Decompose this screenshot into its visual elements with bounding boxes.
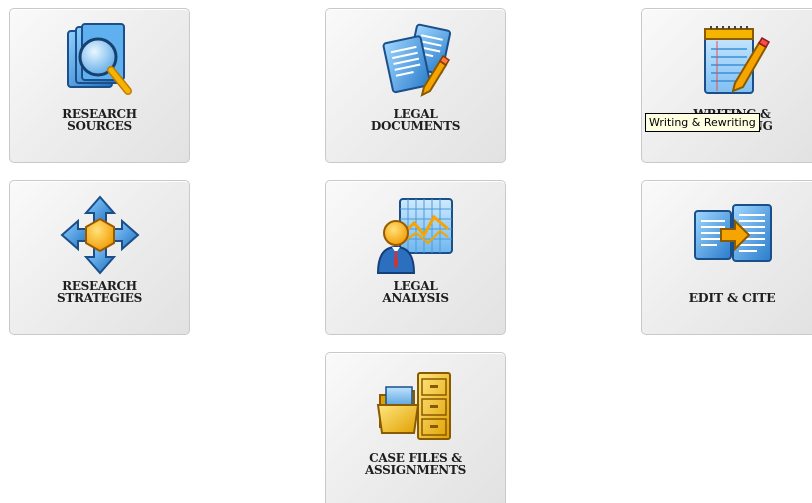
magnifier-books-icon (58, 21, 142, 105)
person-chart-icon (374, 193, 458, 277)
research-sources-button[interactable]: RESEARCH SOURCES (9, 8, 190, 163)
edit-cite-button[interactable]: EDIT & CITE (641, 180, 812, 335)
legal-documents-button[interactable]: LEGAL DOCUMENTS (325, 8, 506, 163)
directional-arrows-icon (58, 193, 142, 277)
folder-cabinet-icon (374, 365, 458, 449)
documents-pen-icon (374, 21, 458, 105)
case-files-assignments-label: CASE FILES & ASSIGNMENTS (365, 451, 466, 477)
case-files-assignments-button[interactable]: CASE FILES & ASSIGNMENTS (325, 352, 506, 503)
research-strategies-label: RESEARCH STRATEGIES (57, 279, 142, 305)
legal-analysis-button[interactable]: LEGAL ANALYSIS (325, 180, 506, 335)
menu-grid: RESEARCH SOURCES LEGAL DOCUMENTS & RESEA… (0, 0, 812, 503)
document-transfer-icon (691, 193, 775, 277)
tooltip: Writing & Rewriting (645, 113, 760, 132)
legal-documents-label: LEGAL DOCUMENTS (370, 107, 461, 133)
writing-rewriting-button[interactable]: WRITING & REWRITING (641, 8, 812, 163)
legal-analysis-label: LEGAL ANALYSIS (382, 279, 449, 305)
research-sources-label: RESEARCH SOURCES (62, 107, 137, 133)
research-strategies-button[interactable]: RESEARCH STRATEGIES (9, 180, 190, 335)
notepad-pencil-icon (691, 21, 775, 105)
edit-cite-label: EDIT & CITE (688, 290, 776, 305)
